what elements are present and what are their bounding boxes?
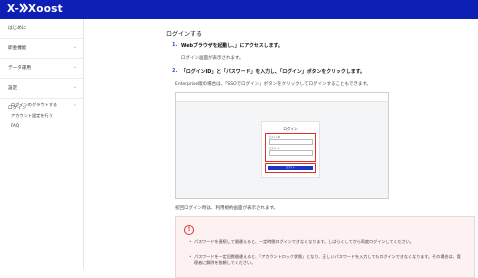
logo-text: Xoost	[28, 3, 63, 15]
main-content: ログインする 1. Webブラウザを起動し、」にアクセスします。 ログイン画面が…	[84, 19, 478, 278]
sidebar-item-label: 設定	[8, 86, 18, 91]
screenshot-topbar	[176, 93, 388, 102]
screenshot-login-card: ログイン ログインID パスワード ログイン	[261, 121, 320, 178]
sidebar-item-label: はじめに	[8, 26, 27, 31]
logo-chevrons-icon	[19, 3, 28, 13]
screenshot-id-input	[269, 139, 313, 145]
step-note: ログイン画面が表示されます。	[181, 56, 244, 61]
screenshot-password-input	[269, 150, 313, 156]
step-note: Enterprise版の場合は、「SSOでログイン」ボタンをクリックしてログイン…	[175, 82, 371, 87]
sidebar-item-features[interactable]: 即金機能 ⌄	[0, 39, 83, 59]
logo-x: X-	[7, 3, 19, 15]
top-header: X- Xoost	[0, 0, 478, 19]
alert-bullet: パスワードを連続して間違えると、一定時間ログインできなくなります。しばらくしてか…	[189, 239, 464, 245]
after-login-note: 初回ログイン時は、利用規約画面が表示されます。	[175, 206, 279, 211]
sidebar: はじめに 即金機能 ⌄ データ運用 ⌄ 設定 ⌄ ログイン ⌃ ログインのグラウ…	[0, 19, 84, 269]
chevron-up-icon: ⌃	[72, 104, 77, 110]
screenshot-login-button: ログイン	[268, 165, 313, 170]
highlight-credentials: ログインID パスワード	[265, 133, 316, 162]
logo[interactable]: X- Xoost	[7, 3, 63, 16]
login-screenshot: ログイン ログインID パスワード ログイン	[175, 92, 389, 199]
step-number: 1.	[172, 42, 178, 48]
section-title: ログインする	[166, 31, 203, 38]
step-text: Webブラウザを起動し、」にアクセスします。	[181, 43, 283, 49]
sidebar-item-settings[interactable]: 設定 ⌄	[0, 79, 83, 99]
chevron-down-icon: ⌄	[72, 44, 77, 50]
exclamation-icon: !	[184, 225, 194, 235]
sidebar-subitem-faq[interactable]: FAQ	[11, 123, 19, 128]
chevron-down-icon: ⌄	[72, 64, 77, 70]
chevron-down-icon: ⌄	[72, 84, 77, 90]
sidebar-item-label: データ運用	[8, 66, 31, 71]
step-text: 「ログインID」と「パスワード」を入力し、「ログイン」ボタンをクリックします。	[181, 69, 365, 75]
sidebar-subitem-login-guide[interactable]: ログインのグラウトする	[11, 102, 57, 108]
sidebar-item-data[interactable]: データ運用 ⌄	[0, 59, 83, 79]
sidebar-item-intro[interactable]: はじめに	[0, 19, 83, 39]
step-number: 2.	[172, 68, 178, 74]
screenshot-title: ログイン	[283, 127, 298, 131]
alert-bullet: パスワードを一定回数間違えると、「アカウントロック状態」となり、正しいパスワード…	[189, 254, 464, 266]
sidebar-item-label: 即金機能	[8, 46, 27, 51]
sidebar-subitem-account-settings[interactable]: アカウント設定を行う	[11, 113, 53, 119]
highlight-login-button: ログイン	[265, 163, 316, 173]
